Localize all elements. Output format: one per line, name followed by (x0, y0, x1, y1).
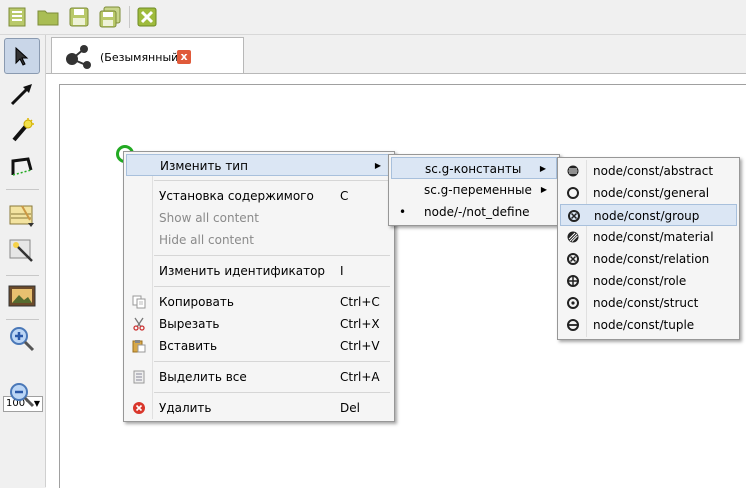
contour-mode-icon[interactable] (4, 149, 40, 185)
menu-item-variables[interactable]: sc.g-переменные ▶ (391, 179, 557, 201)
menu-item-label: node/-/not_define (424, 205, 530, 219)
menu-item-select-all[interactable]: Выделить все Ctrl+A (126, 366, 392, 388)
menu-item-label: Hide all content (159, 233, 254, 247)
material-type-icon (566, 230, 580, 244)
menu-item-label: node/const/material (593, 230, 714, 244)
menu-separator (154, 180, 390, 181)
menu-item-label: node/const/tuple (593, 318, 695, 332)
menu-item-label: node/const/general (593, 186, 710, 200)
menu-item-group[interactable]: node/const/group (560, 204, 737, 226)
graph-icon (64, 43, 94, 74)
zoom-in-icon[interactable] (4, 321, 40, 357)
close-file-icon[interactable] (136, 6, 158, 28)
tools-separator (6, 275, 39, 276)
menu-shortcut: C (340, 189, 349, 203)
new-file-icon[interactable] (6, 6, 28, 28)
menu-item-label: Установка содержимого (159, 189, 314, 203)
menu-item-label: node/const/role (593, 274, 687, 288)
menu-item-label: node/const/struct (593, 296, 699, 310)
menu-item-label: Удалить (159, 401, 212, 415)
tools-separator (6, 319, 39, 320)
menu-shortcut: Ctrl+X (340, 317, 380, 331)
menu-item-label: sc.g-переменные (424, 183, 532, 197)
general-type-icon (566, 186, 580, 200)
tab-untitled[interactable]: (Безымянный) x (51, 37, 244, 75)
menu-shortcut: Del (340, 401, 360, 415)
magic-wand-icon[interactable] (4, 233, 40, 269)
menu-item-general[interactable]: node/const/general (560, 182, 737, 204)
toolbar-separator (129, 6, 130, 28)
constants-submenu: node/const/abstract node/const/general nod… (557, 157, 740, 340)
layout-icon[interactable] (4, 197, 40, 233)
menu-separator (154, 361, 390, 362)
menu-separator (154, 286, 390, 287)
chevron-right-icon: ▶ (374, 161, 381, 170)
menu-item-label: Вставить (159, 339, 218, 353)
menu-item-label: Копировать (159, 295, 234, 309)
menu-item-paste[interactable]: Вставить Ctrl+V (126, 335, 392, 357)
chevron-right-icon: ▶ (539, 164, 546, 173)
tab-close-icon[interactable]: x (177, 50, 191, 64)
open-folder-icon[interactable] (37, 6, 59, 28)
menu-item-label: node/const/group (594, 209, 700, 223)
main-toolbar (0, 0, 746, 35)
zoom-out-icon[interactable] (4, 377, 40, 413)
menu-item-copy[interactable]: Копировать Ctrl+C (126, 291, 392, 313)
menu-shortcut: Ctrl+A (340, 370, 380, 384)
struct-type-icon (566, 296, 580, 310)
menu-item-show-all: Show all content (126, 207, 392, 229)
selection-mode-icon[interactable] (4, 38, 40, 74)
menu-item-label: Вырезать (159, 317, 220, 331)
menu-item-label: Изменить тип (160, 159, 248, 173)
menu-item-label: Выделить все (159, 370, 247, 384)
menu-shortcut: Ctrl+V (340, 339, 380, 353)
type-submenu: sc.g-константы ▶ sc.g-переменные ▶ • nod… (388, 154, 560, 226)
menu-item-constants[interactable]: sc.g-константы ▶ (391, 157, 557, 179)
scissors-icon (132, 317, 146, 331)
menu-item-label: Изменить идентификатор (159, 264, 326, 278)
menu-item-not-define[interactable]: • node/-/not_define (391, 201, 557, 223)
menu-item-tuple[interactable]: node/const/tuple (560, 314, 737, 336)
menu-item-label: node/const/abstract (593, 164, 714, 178)
bullet-icon: • (399, 205, 407, 219)
menu-item-role[interactable]: node/const/role (560, 270, 737, 292)
menu-shortcut: I (340, 264, 344, 278)
pair-mode-icon[interactable] (4, 76, 40, 112)
paste-icon (132, 339, 146, 353)
menu-item-change-id[interactable]: Изменить идентификатор I (126, 260, 392, 282)
group-type-icon (567, 209, 581, 223)
chevron-right-icon: ▶ (540, 185, 547, 194)
select-all-icon (132, 370, 146, 384)
menu-item-cut[interactable]: Вырезать Ctrl+X (126, 313, 392, 335)
tuple-type-icon (566, 318, 580, 332)
menu-item-relation[interactable]: node/const/relation (560, 248, 737, 270)
menu-item-label: node/const/relation (593, 252, 710, 266)
tab-title: (Безымянный) (100, 51, 183, 64)
menu-item-set-content[interactable]: Установка содержимого C (126, 185, 392, 207)
image-icon[interactable] (4, 278, 40, 314)
menu-item-label: sc.g-константы (425, 162, 522, 176)
tools-separator (6, 189, 39, 190)
abstract-type-icon (566, 164, 580, 178)
role-type-icon (566, 274, 580, 288)
menu-separator (154, 392, 390, 393)
menu-item-material[interactable]: node/const/material (560, 226, 737, 248)
menu-item-label: Show all content (159, 211, 259, 225)
save-all-icon[interactable] (99, 6, 121, 28)
menu-item-hide-all: Hide all content (126, 229, 392, 251)
relation-type-icon (566, 252, 580, 266)
copy-icon (132, 295, 146, 309)
context-menu: Изменить тип ▶ Установка содержимого C S… (123, 151, 395, 422)
tools-panel: 100' ▼ (0, 35, 46, 487)
bus-mode-icon[interactable] (4, 112, 40, 148)
tab-bar: (Безымянный) x (46, 35, 746, 75)
menu-item-delete[interactable]: Удалить Del (126, 397, 392, 419)
menu-item-abstract[interactable]: node/const/abstract (560, 160, 737, 182)
menu-shortcut: Ctrl+C (340, 295, 380, 309)
menu-separator (154, 255, 390, 256)
save-icon[interactable] (68, 6, 90, 28)
menu-item-change-type[interactable]: Изменить тип ▶ (126, 154, 392, 176)
menu-item-struct[interactable]: node/const/struct (560, 292, 737, 314)
delete-icon (132, 401, 146, 415)
